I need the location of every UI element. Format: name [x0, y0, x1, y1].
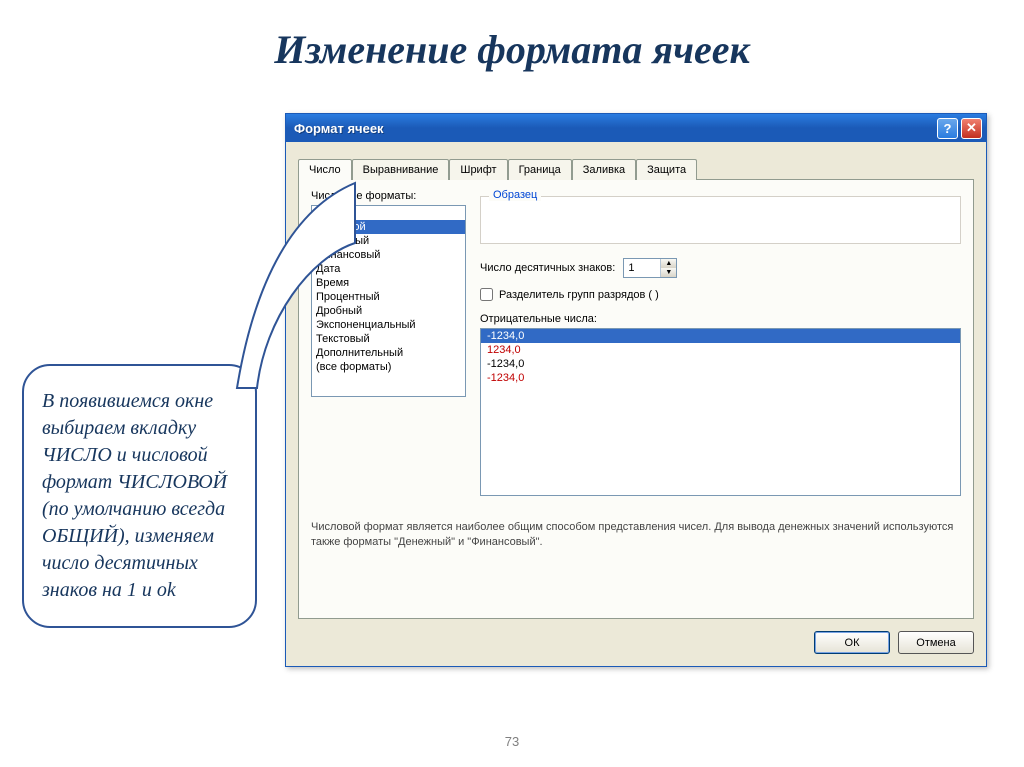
page-number: 73	[505, 734, 519, 749]
spinner-down-button[interactable]: ▼	[661, 268, 676, 277]
negative-item[interactable]: -1234,0	[481, 357, 960, 371]
format-item[interactable]: Время	[312, 276, 465, 290]
format-item[interactable]: Денежный	[312, 234, 465, 248]
negative-item[interactable]: 1234,0	[481, 343, 960, 357]
separator-checkbox-row[interactable]: Разделитель групп разрядов ( )	[480, 288, 961, 301]
callout: В появившемся окне выбираем вкладку ЧИСЛ…	[22, 364, 257, 628]
slide-title: Изменение формата ячеек	[0, 0, 1024, 73]
cancel-button[interactable]: Отмена	[898, 631, 974, 654]
negative-item[interactable]: -1234,0	[481, 329, 960, 343]
close-button[interactable]: ✕	[961, 118, 982, 139]
format-item[interactable]: Процентный	[312, 290, 465, 304]
dialog-body: Число Выравнивание Шрифт Граница Заливка…	[286, 142, 986, 666]
format-item[interactable]: Финансовый	[312, 248, 465, 262]
format-item[interactable]: (все форматы)	[312, 360, 465, 374]
dialog-window: Формат ячеек ? ✕ Число Выравнивание Шриф…	[285, 113, 987, 667]
format-item[interactable]: Текстовый	[312, 332, 465, 346]
decimals-label: Число десятичных знаков:	[480, 262, 615, 274]
callout-text: В появившемся окне выбираем вкладку ЧИСЛ…	[42, 390, 227, 601]
format-item[interactable]: Общий	[312, 206, 465, 220]
negative-item[interactable]: -1234,0	[481, 371, 960, 385]
sample-legend: Образец	[489, 189, 541, 201]
tab-number[interactable]: Число	[298, 159, 352, 180]
titlebar-text: Формат ячеек	[294, 121, 384, 136]
separator-checkbox[interactable]	[480, 288, 493, 301]
decimals-spinner[interactable]: ▲ ▼	[623, 258, 677, 278]
format-item[interactable]: Экспоненциальный	[312, 318, 465, 332]
negatives-label: Отрицательные числа:	[480, 313, 961, 325]
formats-label: Числовые форматы:	[311, 190, 466, 202]
tab-panel-number: Числовые форматы: Общий Числовой Денежны…	[298, 179, 974, 619]
tab-font[interactable]: Шрифт	[449, 159, 507, 180]
tabs: Число Выравнивание Шрифт Граница Заливка…	[298, 158, 974, 179]
separator-label: Разделитель групп разрядов ( )	[499, 289, 659, 301]
sample-group: Образец	[480, 196, 961, 244]
format-item[interactable]: Дополнительный	[312, 346, 465, 360]
format-item[interactable]: Числовой	[312, 220, 465, 234]
titlebar[interactable]: Формат ячеек ? ✕	[286, 114, 986, 142]
format-item[interactable]: Дата	[312, 262, 465, 276]
tab-border[interactable]: Граница	[508, 159, 572, 180]
negatives-list[interactable]: -1234,0 1234,0 -1234,0 -1234,0	[480, 328, 961, 496]
decimals-input[interactable]	[624, 259, 660, 277]
tab-protection[interactable]: Защита	[636, 159, 697, 180]
tab-alignment[interactable]: Выравнивание	[352, 159, 450, 180]
ok-button[interactable]: ОК	[814, 631, 890, 654]
formats-list[interactable]: Общий Числовой Денежный Финансовый Дата …	[311, 205, 466, 397]
tab-fill[interactable]: Заливка	[572, 159, 636, 180]
spinner-up-button[interactable]: ▲	[661, 259, 676, 268]
format-description: Числовой формат является наиболее общим …	[311, 520, 961, 550]
format-item[interactable]: Дробный	[312, 304, 465, 318]
help-button[interactable]: ?	[937, 118, 958, 139]
